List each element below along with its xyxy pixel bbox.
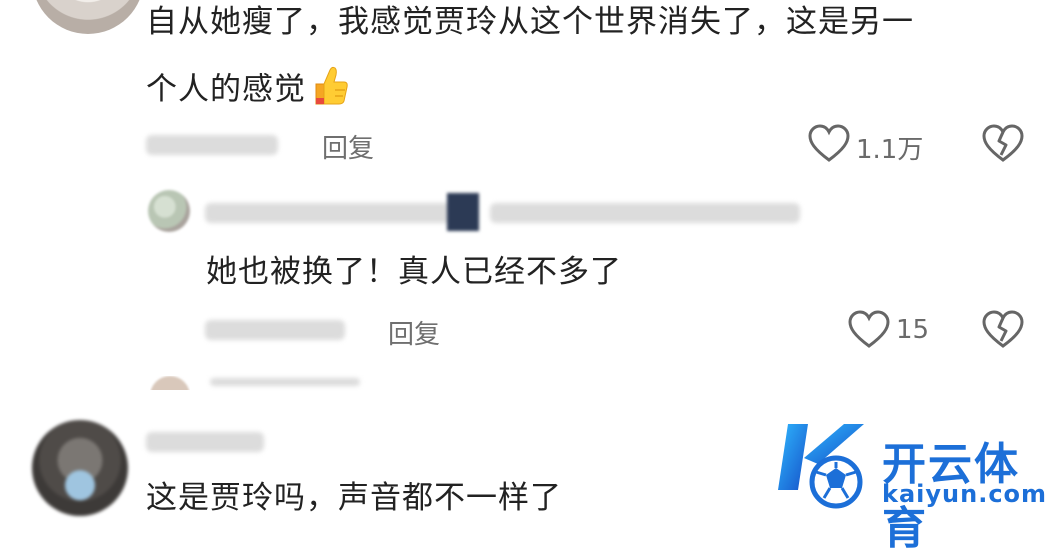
reply-like-count: 15 bbox=[896, 315, 930, 345]
reply-reply-button[interactable]: 回复 bbox=[388, 314, 440, 351]
broken-heart-icon bbox=[982, 124, 1024, 162]
reply-avatar[interactable] bbox=[148, 190, 190, 232]
commenter2-avatar[interactable] bbox=[32, 420, 128, 516]
commenter2-username-blurred bbox=[146, 432, 264, 452]
commenter-avatar[interactable] bbox=[32, 0, 144, 34]
like-button[interactable] bbox=[808, 124, 850, 168]
comment-timestamp-blurred bbox=[146, 135, 278, 155]
reply-like-button[interactable] bbox=[848, 310, 890, 354]
dislike-button[interactable] bbox=[982, 124, 1024, 168]
comment-text-line2-row: 个人的感觉 bbox=[146, 64, 1046, 118]
comment2-text: 这是贾玲吗，声音都不一样了 bbox=[146, 480, 562, 516]
brand-url: kaiyun.com bbox=[882, 480, 1048, 508]
broken-heart-icon bbox=[982, 310, 1024, 348]
reply-username-blurred bbox=[205, 203, 455, 223]
reply-timestamp-blurred bbox=[205, 320, 345, 340]
reply-text: 她也被换了！真人已经不多了 bbox=[206, 254, 622, 290]
heart-icon bbox=[848, 310, 890, 348]
reply-button[interactable]: 回复 bbox=[322, 128, 374, 165]
next-reply-blurred bbox=[210, 378, 360, 386]
kaiyun-logo-icon bbox=[774, 418, 870, 514]
thumbs-up-icon bbox=[310, 64, 350, 118]
next-reply-avatar-partial bbox=[150, 376, 190, 390]
reply-image-blurred bbox=[447, 193, 479, 231]
heart-icon bbox=[808, 124, 850, 162]
reply-dislike-button[interactable] bbox=[982, 310, 1024, 354]
like-count: 1.1万 bbox=[856, 135, 924, 165]
comment-text-line2: 个人的感觉 bbox=[146, 71, 306, 108]
comment-body: 自从她瘦了，我感觉贾玲从这个世界消失了，这是另一 个人的感觉 bbox=[146, 0, 1046, 118]
comment-text-line1: 自从她瘦了，我感觉贾玲从这个世界消失了，这是另一 bbox=[146, 4, 914, 40]
reply-context-blurred bbox=[490, 203, 800, 223]
